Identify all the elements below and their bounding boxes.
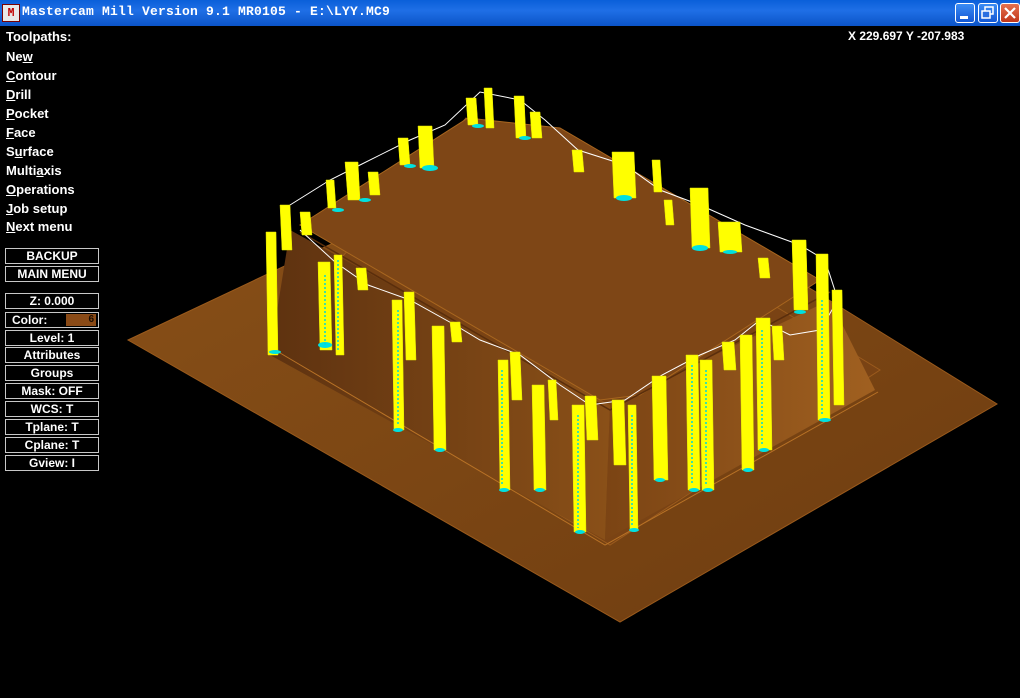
color-button[interactable]: Color: 6 (5, 312, 99, 328)
menu-item-text: ob setup (13, 201, 68, 216)
menu-item-surface[interactable]: Surface (6, 144, 54, 159)
menu-item-hotkey: u (14, 144, 23, 159)
color-swatch: 6 (66, 314, 96, 326)
menu-item-text: Multi (6, 163, 37, 178)
menu-item-text: ace (13, 125, 36, 140)
menu-item-text: ext menu (15, 219, 73, 234)
menu-item-hotkey: F (6, 125, 14, 140)
graphics-viewport[interactable] (0, 0, 1020, 698)
menu-item-contour[interactable]: Contour (6, 68, 57, 83)
wcs-button[interactable]: WCS: T (5, 401, 99, 417)
backup-button[interactable]: BACKUP (5, 248, 99, 264)
tplane-button[interactable]: Tplane: T (5, 419, 99, 435)
menu-item-hotkey: N (6, 219, 16, 234)
cursor-coordinates: X 229.697 Y -207.983 (848, 29, 965, 43)
groups-button[interactable]: Groups (5, 365, 99, 381)
menu-item-hotkey: a (36, 163, 44, 178)
menu-item-next-menu[interactable]: Next menu (6, 219, 72, 234)
menu-item-multiaxis[interactable]: Multiaxis (6, 163, 62, 178)
menu-item-new[interactable]: New (6, 49, 33, 64)
z-depth-button[interactable]: Z: 0.000 (5, 293, 99, 309)
mask-button[interactable]: Mask: OFF (5, 383, 99, 399)
menu-item-text: rill (15, 87, 32, 102)
menu-item-hotkey: O (6, 182, 17, 197)
gview-button[interactable]: Gview: I (5, 455, 99, 471)
menu-item-drill[interactable]: Drill (6, 87, 31, 102)
main-menu-button[interactable]: MAIN MENU (5, 266, 99, 282)
cplane-button[interactable]: Cplane: T (5, 437, 99, 453)
menu-item-face[interactable]: Face (6, 125, 36, 140)
menu-item-job-setup[interactable]: Job setup (6, 201, 67, 216)
attributes-button[interactable]: Attributes (5, 347, 99, 363)
menu-item-text: perations (16, 182, 75, 197)
menu-item-pocket[interactable]: Pocket (6, 106, 49, 121)
menu-item-text: ocket (14, 106, 49, 121)
menu-item-hotkey: D (6, 87, 16, 102)
color-label: Color: (12, 313, 48, 327)
menu-item-text: xis (43, 163, 62, 178)
menu-item-hotkey: C (6, 68, 16, 83)
menu-item-text: S (6, 144, 15, 159)
menu-item-text: rface (22, 144, 54, 159)
menu-item-hotkey: P (6, 106, 15, 121)
menu-item-text: ontour (15, 68, 57, 83)
menu-title: Toolpaths: (6, 29, 72, 44)
level-button[interactable]: Level: 1 (5, 330, 99, 346)
menu-item-text: Ne (6, 49, 23, 64)
menu-item-operations[interactable]: Operations (6, 182, 75, 197)
menu-item-hotkey: w (22, 49, 33, 64)
